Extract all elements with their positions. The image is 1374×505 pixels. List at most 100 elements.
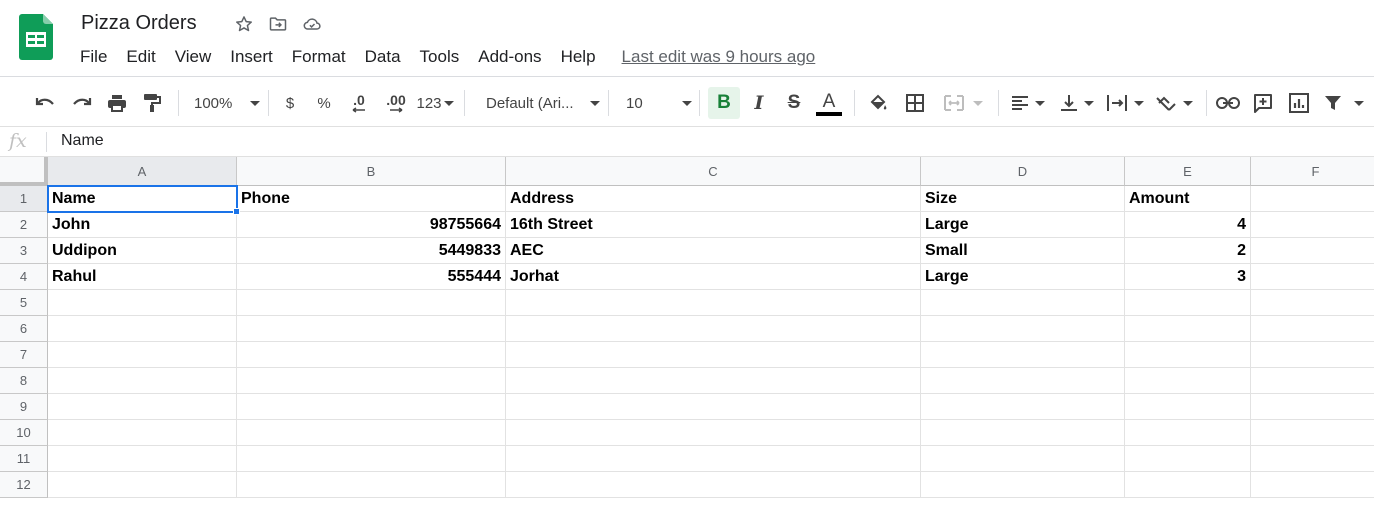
cell-e4[interactable]: 3 (1125, 264, 1251, 290)
cell-a5[interactable] (48, 290, 237, 316)
text-color-button[interactable]: A (814, 87, 844, 119)
paint-format-icon[interactable] (140, 89, 164, 117)
formula-input[interactable]: Name (61, 132, 104, 150)
cell-a8[interactable] (48, 368, 237, 394)
cell-d2[interactable]: Large (921, 212, 1125, 238)
menu-add-ons[interactable]: Add-ons (468, 44, 550, 70)
create-filter-icon[interactable] (1322, 89, 1366, 117)
insert-link-icon[interactable] (1214, 89, 1242, 117)
font-size-select[interactable]: 10 (618, 89, 692, 117)
cell-e2[interactable]: 4 (1125, 212, 1251, 238)
italic-button[interactable]: I (746, 89, 772, 117)
bold-button[interactable]: B (708, 87, 740, 119)
cell-f4[interactable] (1251, 264, 1374, 290)
menu-help[interactable]: Help (551, 44, 605, 70)
cell-e3[interactable]: 2 (1125, 238, 1251, 264)
font-family-select[interactable]: Default (Ari... (478, 89, 600, 117)
cell-c11[interactable] (506, 446, 921, 472)
cell-b9[interactable] (237, 394, 506, 420)
cell-c12[interactable] (506, 472, 921, 498)
text-rotation-icon[interactable] (1152, 89, 1196, 117)
cell-d6[interactable] (921, 316, 1125, 342)
column-header-e[interactable]: E (1125, 157, 1251, 186)
cell-d7[interactable] (921, 342, 1125, 368)
cell-b3[interactable]: 5449833 (237, 238, 506, 264)
cell-a11[interactable] (48, 446, 237, 472)
cell-f9[interactable] (1251, 394, 1374, 420)
document-title[interactable]: Pizza Orders (81, 10, 197, 36)
insert-comment-icon[interactable] (1250, 89, 1276, 117)
move-to-folder-icon[interactable] (267, 13, 289, 35)
cell-f2[interactable] (1251, 212, 1374, 238)
cell-f12[interactable] (1251, 472, 1374, 498)
cell-a1[interactable]: Name (47, 185, 238, 213)
cell-b10[interactable] (237, 420, 506, 446)
menu-format[interactable]: Format (282, 44, 355, 70)
cell-e6[interactable] (1125, 316, 1251, 342)
cell-d8[interactable] (921, 368, 1125, 394)
row-header-2[interactable]: 2 (0, 212, 48, 238)
row-header-3[interactable]: 3 (0, 238, 48, 264)
column-header-d[interactable]: D (921, 157, 1125, 186)
menu-edit[interactable]: Edit (116, 44, 164, 70)
cell-f10[interactable] (1251, 420, 1374, 446)
column-header-c[interactable]: C (506, 157, 921, 186)
row-header-5[interactable]: 5 (0, 290, 48, 316)
cell-b6[interactable] (237, 316, 506, 342)
cell-c9[interactable] (506, 394, 921, 420)
cell-d10[interactable] (921, 420, 1125, 446)
cell-a2[interactable]: John (48, 212, 237, 238)
fill-handle[interactable] (233, 208, 240, 215)
row-header-12[interactable]: 12 (0, 472, 48, 498)
row-header-9[interactable]: 9 (0, 394, 48, 420)
more-formats-button[interactable]: 123 (414, 89, 456, 117)
row-header-4[interactable]: 4 (0, 264, 48, 290)
cell-d11[interactable] (921, 446, 1125, 472)
cell-e9[interactable] (1125, 394, 1251, 420)
menu-insert[interactable]: Insert (220, 44, 282, 70)
cell-b7[interactable] (237, 342, 506, 368)
cell-a7[interactable] (48, 342, 237, 368)
row-header-10[interactable]: 10 (0, 420, 48, 446)
cell-a6[interactable] (48, 316, 237, 342)
row-header-1[interactable]: 1 (0, 186, 48, 212)
cell-e1[interactable]: Amount (1125, 186, 1251, 212)
cell-c3[interactable]: AEC (506, 238, 921, 264)
borders-icon[interactable] (902, 89, 928, 117)
cell-d9[interactable] (921, 394, 1125, 420)
cell-b12[interactable] (237, 472, 506, 498)
cell-b5[interactable] (237, 290, 506, 316)
cell-a10[interactable] (48, 420, 237, 446)
cell-f11[interactable] (1251, 446, 1374, 472)
cell-c4[interactable]: Jorhat (506, 264, 921, 290)
cell-b2[interactable]: 98755664 (237, 212, 506, 238)
cell-e7[interactable] (1125, 342, 1251, 368)
cell-c5[interactable] (506, 290, 921, 316)
cell-b4[interactable]: 555444 (237, 264, 506, 290)
increase-decimal-button[interactable]: .00 (380, 89, 412, 117)
fill-color-icon[interactable] (865, 89, 891, 117)
cell-f6[interactable] (1251, 316, 1374, 342)
cell-d3[interactable]: Small (921, 238, 1125, 264)
cell-d4[interactable]: Large (921, 264, 1125, 290)
menu-file[interactable]: File (70, 44, 116, 70)
row-header-8[interactable]: 8 (0, 368, 48, 394)
select-all-corner[interactable] (0, 157, 48, 186)
cell-e11[interactable] (1125, 446, 1251, 472)
percent-format-button[interactable]: % (312, 89, 336, 117)
cell-e5[interactable] (1125, 290, 1251, 316)
cell-a3[interactable]: Uddipon (48, 238, 237, 264)
currency-format-button[interactable]: $ (278, 89, 302, 117)
cell-f5[interactable] (1251, 290, 1374, 316)
print-icon[interactable] (104, 89, 130, 117)
cell-d5[interactable] (921, 290, 1125, 316)
cell-c7[interactable] (506, 342, 921, 368)
star-icon[interactable] (233, 13, 255, 35)
column-header-a[interactable]: A (48, 157, 237, 186)
cell-c6[interactable] (506, 316, 921, 342)
merge-cells-icon[interactable] (938, 89, 988, 117)
horizontal-align-icon[interactable] (1008, 89, 1048, 117)
cell-f8[interactable] (1251, 368, 1374, 394)
cell-a12[interactable] (48, 472, 237, 498)
column-header-f[interactable]: F (1251, 157, 1374, 186)
